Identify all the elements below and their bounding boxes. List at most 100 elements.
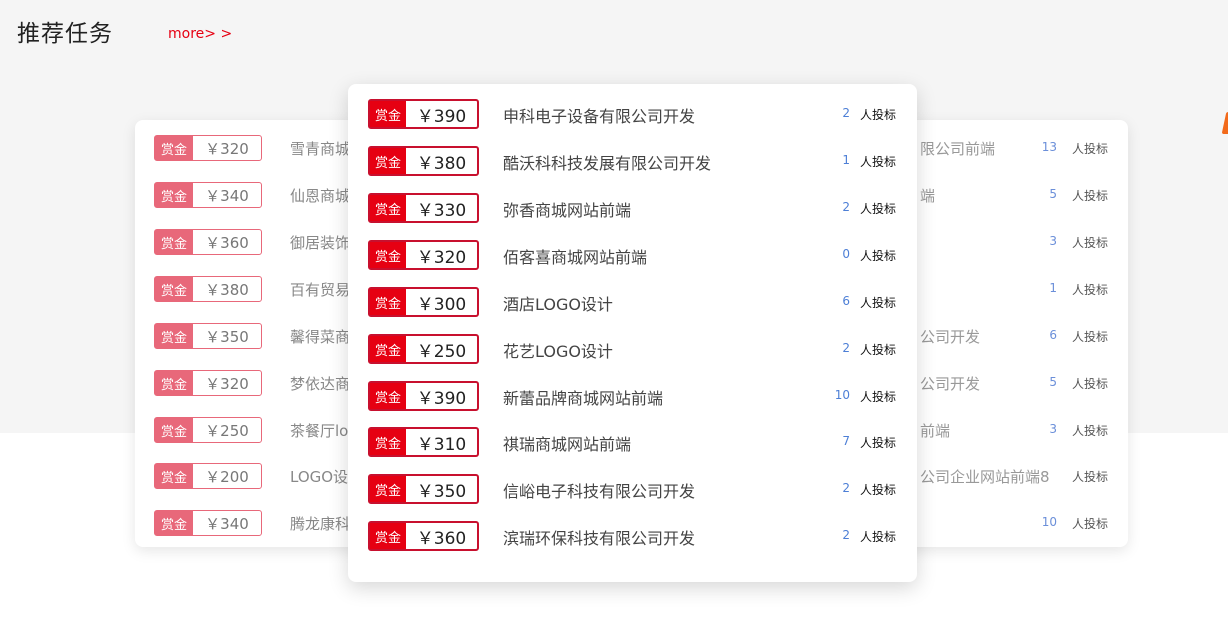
- reward-price: ￥200: [205, 467, 249, 486]
- task-name[interactable]: 馨得菜商: [290, 326, 350, 347]
- bid-label: 人投标: [1072, 330, 1109, 344]
- reward-tag: 赏金: [155, 230, 193, 254]
- task-name[interactable]: 仙恩商城: [290, 185, 350, 206]
- reward-price: ￥340: [205, 514, 249, 533]
- reward-price: ￥300: [416, 294, 467, 315]
- task-name[interactable]: 祺瑞商城网站前端: [503, 431, 631, 455]
- bid-label: 人投标: [860, 390, 897, 404]
- reward-tag: 赏金: [155, 324, 193, 348]
- reward-price: ￥390: [416, 388, 467, 409]
- bid-label: 人投标: [860, 155, 897, 169]
- task-name[interactable]: 申科电子设备有限公司开发: [503, 103, 695, 127]
- list-item[interactable]: 赏金 ￥380 酷沃科科技发展有限公司开发 1 人投标: [348, 146, 917, 176]
- task-list-card-front: 赏金 ￥390 申科电子设备有限公司开发 2 人投标 赏金 ￥380 酷沃科科技发展…: [348, 84, 917, 582]
- reward-tag: 赏金: [370, 195, 406, 221]
- bid-count: 3: [1049, 234, 1057, 248]
- reward-badge[interactable]: 赏金 ￥350: [368, 474, 479, 504]
- list-item[interactable]: 赏金 ￥330 弥香商城网站前端 2 人投标: [348, 193, 917, 223]
- reward-badge[interactable]: 赏金 ￥320: [154, 370, 262, 396]
- bid-count: 3: [1049, 422, 1057, 436]
- task-name[interactable]: 佰客喜商城网站前端: [503, 244, 647, 268]
- reward-tag: 赏金: [370, 383, 406, 409]
- reward-price: ￥310: [416, 434, 467, 455]
- reward-badge[interactable]: 赏金 ￥330: [368, 193, 479, 223]
- bid-count: 7: [842, 434, 850, 448]
- reward-price: ￥350: [416, 481, 467, 502]
- reward-badge[interactable]: 赏金 ￥360: [368, 521, 479, 551]
- list-item[interactable]: 赏金 ￥360 滨瑞环保科技有限公司开发 2 人投标: [348, 521, 917, 551]
- bid-count: 5: [1049, 187, 1057, 201]
- reward-badge[interactable]: 赏金 ￥300: [368, 287, 479, 317]
- reward-tag: 赏金: [370, 336, 406, 362]
- reward-tag: 赏金: [155, 464, 193, 488]
- reward-badge[interactable]: 赏金 ￥320: [154, 135, 262, 161]
- task-name[interactable]: 信峪电子科技有限公司开发: [503, 478, 695, 502]
- task-name-tail[interactable]: 公司企业网站前端8: [920, 466, 1050, 487]
- bid-label: 人投标: [1072, 424, 1109, 438]
- reward-badge[interactable]: 赏金 ￥340: [154, 510, 262, 536]
- task-name[interactable]: 御居装饰: [290, 232, 350, 253]
- more-link[interactable]: more> >: [168, 26, 232, 42]
- reward-tag: 赏金: [370, 476, 406, 502]
- reward-badge[interactable]: 赏金 ￥380: [368, 146, 479, 176]
- task-name[interactable]: 滨瑞环保科技有限公司开发: [503, 525, 695, 549]
- task-name-tail[interactable]: 限公司前端: [920, 138, 995, 159]
- list-item[interactable]: 赏金 ￥350 信峪电子科技有限公司开发 2 人投标: [348, 474, 917, 504]
- bid-count: 2: [842, 481, 850, 495]
- reward-badge[interactable]: 赏金 ￥390: [368, 99, 479, 129]
- bid-label: 人投标: [1072, 142, 1109, 156]
- task-name[interactable]: 腾龙康科: [290, 513, 350, 534]
- task-name[interactable]: 百有贸易: [290, 279, 350, 300]
- reward-price: ￥360: [205, 233, 249, 252]
- reward-tag: 赏金: [155, 183, 193, 207]
- reward-badge[interactable]: 赏金 ￥390: [368, 381, 479, 411]
- task-name[interactable]: 酷沃科科技发展有限公司开发: [503, 150, 711, 174]
- task-name-tail[interactable]: 公司开发: [920, 326, 980, 347]
- task-name-tail[interactable]: 端: [920, 185, 935, 206]
- task-name[interactable]: LOGO设: [290, 466, 348, 487]
- reward-badge[interactable]: 赏金 ￥340: [154, 182, 262, 208]
- list-item[interactable]: 赏金 ￥390 申科电子设备有限公司开发 2 人投标: [348, 99, 917, 129]
- reward-price: ￥360: [416, 528, 467, 549]
- task-name[interactable]: 花艺LOGO设计: [503, 338, 613, 362]
- list-item[interactable]: 赏金 ￥390 新蕾品牌商城网站前端 10 人投标: [348, 381, 917, 411]
- bid-count: 5: [1049, 375, 1057, 389]
- reward-badge[interactable]: 赏金 ￥310: [368, 427, 479, 457]
- reward-badge[interactable]: 赏金 ￥360: [154, 229, 262, 255]
- bid-label: 人投标: [1072, 236, 1109, 250]
- reward-tag: 赏金: [370, 429, 406, 455]
- section-title: 推荐任务: [17, 21, 113, 47]
- task-name[interactable]: 雪青商城: [290, 138, 350, 159]
- reward-badge[interactable]: 赏金 ￥350: [154, 323, 262, 349]
- reward-badge[interactable]: 赏金 ￥200: [154, 463, 262, 489]
- bid-label: 人投标: [1072, 470, 1109, 484]
- reward-tag: 赏金: [370, 289, 406, 315]
- list-item[interactable]: 赏金 ￥320 佰客喜商城网站前端 0 人投标: [348, 240, 917, 270]
- reward-badge[interactable]: 赏金 ￥320: [368, 240, 479, 270]
- list-item[interactable]: 赏金 ￥310 祺瑞商城网站前端 7 人投标: [348, 427, 917, 457]
- bid-label: 人投标: [860, 436, 897, 450]
- reward-price: ￥250: [416, 341, 467, 362]
- reward-tag: 赏金: [155, 511, 193, 535]
- task-name[interactable]: 新蕾品牌商城网站前端: [503, 385, 663, 409]
- task-name-tail[interactable]: 公司开发: [920, 373, 980, 394]
- task-name[interactable]: 梦依达商: [290, 373, 350, 394]
- bid-label: 人投标: [1072, 517, 1109, 531]
- reward-badge[interactable]: 赏金 ￥380: [154, 276, 262, 302]
- task-name[interactable]: 茶餐厅lo: [290, 420, 348, 441]
- task-name[interactable]: 酒店LOGO设计: [503, 291, 613, 315]
- reward-price: ￥250: [205, 421, 249, 440]
- reward-tag: 赏金: [370, 101, 406, 127]
- reward-badge[interactable]: 赏金 ￥250: [368, 334, 479, 364]
- task-name[interactable]: 弥香商城网站前端: [503, 197, 631, 221]
- bid-count: 6: [842, 294, 850, 308]
- bid-count: 2: [842, 106, 850, 120]
- bid-count: 10: [1041, 515, 1057, 529]
- list-item[interactable]: 赏金 ￥300 酒店LOGO设计 6 人投标: [348, 287, 917, 317]
- task-name-tail[interactable]: 前端: [920, 420, 950, 441]
- bid-count: 13: [1041, 140, 1057, 154]
- reward-badge[interactable]: 赏金 ￥250: [154, 417, 262, 443]
- list-item[interactable]: 赏金 ￥250 花艺LOGO设计 2 人投标: [348, 334, 917, 364]
- reward-price: ￥340: [205, 186, 249, 205]
- reward-price: ￥320: [205, 139, 249, 158]
